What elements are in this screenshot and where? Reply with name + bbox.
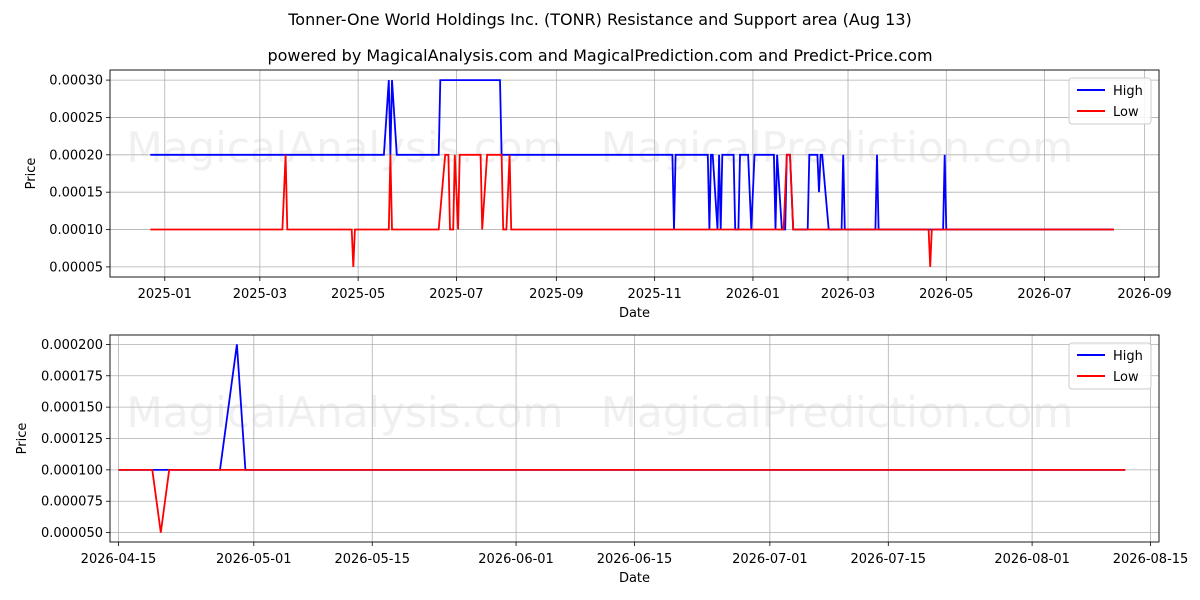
x-axis-label: Date	[619, 571, 650, 586]
x-tick-label: 2026-03	[821, 287, 875, 302]
y-tick-label: 0.000200	[41, 338, 103, 353]
x-tick-label: 2025-09	[529, 287, 583, 302]
x-tick-label: 2026-05-15	[334, 552, 410, 567]
x-tick-label: 2026-07-15	[851, 552, 927, 567]
legend-label-high: High	[1113, 84, 1143, 99]
chart-2: 0.000050 0.000075 0.000100 0.000125 0.000150…	[15, 334, 1189, 586]
legend-label-low: Low	[1113, 105, 1139, 120]
watermark: MagicalPrediction.com	[601, 123, 1074, 172]
x-tick-label: 2025-05	[331, 287, 385, 302]
x-tick-label: 2026-08-15	[1113, 552, 1189, 567]
x-axis-label: Date	[619, 306, 650, 321]
x-tick-label: 2026-09	[1117, 287, 1171, 302]
y-tick-label: 0.00030	[49, 74, 103, 89]
y-tick-label: 0.00020	[49, 148, 103, 163]
y-tick-label: 0.00015	[49, 186, 103, 201]
chart-1: 0.00005 0.00010 0.00015 0.00020 0.00025 0.000…	[24, 69, 1172, 321]
x-tick-label: 2025-07	[429, 287, 483, 302]
x-tick-label: 2026-07-01	[732, 552, 808, 567]
plot-frame	[109, 69, 1160, 278]
x-tick-label: 2025-11	[627, 287, 681, 302]
y-tick-label: 0.00005	[49, 260, 103, 275]
y-tick-label: 0.000075	[41, 495, 103, 510]
y-tick-label: 0.000125	[41, 432, 103, 447]
y-tick-label: 0.00010	[49, 223, 103, 238]
x-tick-label: 2026-07	[1017, 287, 1071, 302]
x-tick-label: 2026-05-01	[216, 552, 292, 567]
y-axis-label: Price	[24, 158, 39, 190]
y-tick-label: 0.000050	[41, 526, 103, 541]
watermark: MagicalAnalysis.com	[127, 388, 564, 437]
x-tick-label: 2026-04-15	[81, 552, 157, 567]
x-tick-label: 2026-01	[726, 287, 780, 302]
x-tick-label: 2026-05	[919, 287, 973, 302]
x-tick-label: 2026-06-01	[478, 552, 554, 567]
charts-canvas: 0.00005 0.00010 0.00015 0.00020 0.00025 0.000…	[15, 69, 1189, 586]
x-tick-label: 2025-01	[138, 287, 192, 302]
legend-label-high: High	[1113, 349, 1143, 364]
y-tick-label: 0.00025	[49, 111, 103, 126]
y-axis-label: Price	[15, 423, 30, 455]
x-tick-label: 2026-08-01	[994, 552, 1070, 567]
legend-label-low: Low	[1113, 370, 1139, 385]
y-tick-label: 0.000175	[41, 369, 103, 384]
x-tick-label: 2026-06-15	[597, 552, 673, 567]
watermark: MagicalAnalysis.com	[127, 123, 564, 172]
y-tick-label: 0.000100	[41, 463, 103, 478]
x-tick-label: 2025-03	[233, 287, 287, 302]
y-tick-label: 0.000150	[41, 401, 103, 416]
watermark: MagicalPrediction.com	[601, 388, 1074, 437]
